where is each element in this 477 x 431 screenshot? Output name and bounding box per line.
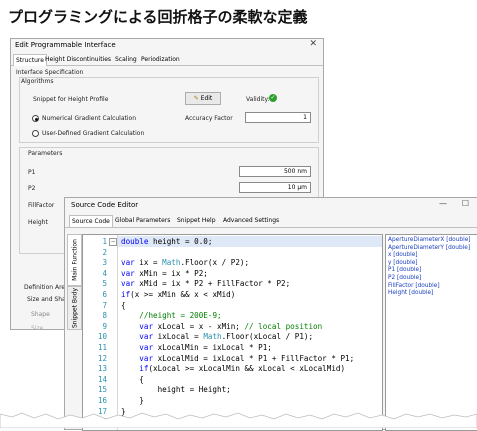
line-number: 10 bbox=[97, 332, 107, 342]
tab-advanced-settings[interactable]: Advanced Settings bbox=[221, 215, 281, 226]
param-name-height: Height bbox=[28, 219, 48, 226]
variables-panel: ApertureDiameterX [double] ApertureDiamet… bbox=[385, 234, 477, 431]
code-line: var xLocalMid = ixLocal * P1 + FillFacto… bbox=[139, 353, 355, 363]
variable-item[interactable]: ApertureDiameterX [double] bbox=[388, 237, 471, 243]
interface-spec-label: Interface Specification bbox=[16, 69, 84, 76]
tab-structure[interactable]: Structure bbox=[13, 54, 47, 66]
maximize-icon[interactable]: ☐ bbox=[462, 199, 469, 208]
tab-source-code[interactable]: Source Code bbox=[69, 215, 113, 227]
edit-button-label: Edit bbox=[200, 95, 213, 102]
close-icon[interactable]: ✕ bbox=[309, 39, 317, 49]
variable-item[interactable]: FillFactor [double] bbox=[388, 283, 440, 289]
vtab-snippet-body[interactable]: Snippet Body bbox=[67, 286, 82, 330]
validity-label: Validity: bbox=[246, 96, 270, 103]
line-number: 7 bbox=[102, 300, 107, 310]
radio-numerical-gradient[interactable] bbox=[32, 115, 39, 122]
vtab-snippet-body-label: Snippet Body bbox=[71, 288, 78, 328]
parameters-label: Parameters bbox=[28, 150, 63, 157]
param-value-p1[interactable]: 500 nm bbox=[239, 166, 311, 177]
line-number: 1 bbox=[102, 237, 107, 246]
code-line: height = Height; bbox=[121, 385, 231, 395]
vertical-tab-bar: Main Function Snippet Body bbox=[67, 234, 82, 429]
radio-user-defined-gradient[interactable] bbox=[32, 130, 39, 137]
window-title: Source Code Editor bbox=[71, 201, 139, 209]
variable-item[interactable]: P1 [double] bbox=[388, 267, 421, 273]
line-number: 8 bbox=[102, 311, 107, 321]
code-line: } bbox=[121, 396, 144, 405]
line-number: 15 bbox=[97, 385, 107, 395]
param-name-fillfactor: FillFactor bbox=[28, 202, 55, 209]
code-line: { bbox=[121, 374, 144, 384]
tab-height-discontinuities[interactable]: Height Discontinuities bbox=[43, 54, 113, 65]
minimize-icon[interactable]: — bbox=[439, 199, 447, 208]
accuracy-factor-label: Accuracy Factor bbox=[185, 115, 233, 122]
tab-periodization[interactable]: Periodization bbox=[139, 54, 182, 65]
code-line: var ixLocal = Math.Floor(xLocal / P1); bbox=[139, 332, 314, 342]
code-line: double height = 0.0; bbox=[121, 237, 213, 246]
code-line: if(x >= xMin && x < xMid) bbox=[121, 290, 236, 299]
line-number: 9 bbox=[102, 321, 107, 331]
torn-edge bbox=[0, 412, 477, 428]
code-line: //height = 200E-9; bbox=[139, 311, 222, 321]
window-title: Edit Programmable Interface bbox=[15, 41, 116, 49]
accuracy-factor-input[interactable]: 1 bbox=[245, 112, 311, 123]
param-name-p2: P2 bbox=[28, 185, 36, 192]
code-line: var ix = Math.Floor(x / P2); bbox=[121, 258, 250, 268]
param-name-p1: P1 bbox=[28, 169, 36, 176]
line-number: 13 bbox=[97, 364, 107, 374]
code-line: var xLocalMin = ixLocal * P1; bbox=[139, 343, 272, 352]
line-number: 12 bbox=[97, 353, 107, 363]
code-line: var xLocal = x - xMin; // local position bbox=[139, 321, 323, 331]
variable-item[interactable]: x [double] bbox=[388, 252, 418, 258]
tab-global-parameters[interactable]: Global Parameters bbox=[113, 215, 172, 226]
tab-bar: Source Code Global Parameters Snippet He… bbox=[65, 215, 477, 228]
line-number: 2 bbox=[102, 247, 107, 257]
variable-item[interactable]: ApertureDiameterY [double] bbox=[388, 245, 470, 251]
variable-item[interactable]: P2 [double] bbox=[388, 275, 421, 281]
line-number: 5 bbox=[102, 279, 107, 289]
edit-button[interactable]: ✎ Edit bbox=[185, 92, 221, 105]
line-number: 11 bbox=[97, 343, 107, 352]
tab-scaling[interactable]: Scaling bbox=[113, 54, 139, 65]
param-value-p2[interactable]: 10 µm bbox=[239, 182, 311, 193]
fold-toggle-icon[interactable]: − bbox=[109, 238, 117, 246]
variable-item[interactable]: y [double] bbox=[388, 260, 418, 266]
code-editor[interactable]: 1−23456789101112131415161718 double heig… bbox=[82, 234, 383, 431]
radio-user-label: User-Defined Gradient Calculation bbox=[42, 130, 145, 137]
vtab-main-function[interactable]: Main Function bbox=[67, 234, 82, 286]
code-line: if(xLocal >= xLocalMin && xLocal < xLoca… bbox=[139, 364, 346, 374]
line-number: 4 bbox=[102, 268, 107, 278]
variable-item[interactable]: Height [double] bbox=[388, 290, 433, 296]
page-heading: プログラミングによる回折格子の柔軟な定義 bbox=[8, 8, 308, 26]
line-number: 16 bbox=[97, 396, 107, 405]
size-label: Size bbox=[31, 325, 44, 332]
code-line: var xMin = ix * P2; bbox=[121, 268, 208, 278]
radio-numerical-label: Numerical Gradient Calculation bbox=[42, 115, 137, 122]
shape-label: Shape bbox=[31, 311, 50, 318]
code-line: var xMid = ix * P2 + FillFactor * P2; bbox=[121, 279, 291, 289]
line-number-gutter: 1−23456789101112131415161718 bbox=[83, 235, 118, 430]
algorithms-label: Algorithms bbox=[21, 78, 54, 85]
line-number: 3 bbox=[102, 258, 107, 268]
line-number: 6 bbox=[102, 290, 107, 299]
vtab-main-function-label: Main Function bbox=[71, 239, 78, 281]
code-line: { bbox=[121, 300, 126, 310]
pencil-icon: ✎ bbox=[193, 95, 199, 102]
definition-area-label: Definition Area bbox=[24, 284, 69, 291]
tab-snippet-help[interactable]: Snippet Help bbox=[175, 215, 218, 226]
snippet-label: Snippet for Height Profile bbox=[33, 96, 109, 103]
line-number: 14 bbox=[97, 374, 107, 384]
check-icon: ✓ bbox=[269, 94, 277, 102]
tab-bar: Structure Height Discontinuities Scaling… bbox=[11, 54, 323, 66]
source-code-editor-window: Source Code Editor — ☐ Source Code Globa… bbox=[64, 197, 477, 431]
